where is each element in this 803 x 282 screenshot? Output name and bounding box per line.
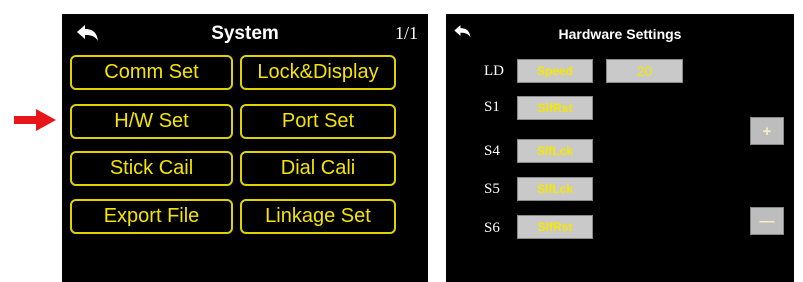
hardware-settings-screen: Hardware Settings LD Speed 20 S1 SlfRst … — [446, 14, 794, 282]
page-title: Hardware Settings — [558, 26, 682, 42]
lock-display-button[interactable]: Lock&Display — [240, 55, 396, 90]
row-label-s1: S1 — [484, 99, 500, 115]
hw-set-button[interactable]: H/W Set — [70, 104, 233, 139]
s4-mode-field[interactable]: SlfLck — [517, 139, 593, 163]
ld-mode-field[interactable]: Speed — [517, 59, 593, 83]
stick-cali-button[interactable]: Stick Cail — [70, 151, 233, 186]
row-label-s4: S4 — [484, 143, 500, 159]
port-set-button[interactable]: Port Set — [240, 104, 396, 139]
row-label-s5: S5 — [484, 181, 500, 197]
linkage-set-button[interactable]: Linkage Set — [240, 199, 396, 234]
ld-value-field[interactable]: 20 — [606, 59, 683, 83]
s1-mode-field[interactable]: SlfRst — [517, 96, 593, 120]
s6-mode-field[interactable]: SlfRst — [517, 215, 593, 239]
pointer-arrow-icon — [14, 109, 56, 131]
comm-set-button[interactable]: Comm Set — [70, 55, 233, 90]
minus-button[interactable]: — — [750, 207, 784, 235]
dial-cali-button[interactable]: Dial Cali — [240, 151, 396, 186]
page-indicator: 1/1 — [394, 23, 418, 43]
row-label-s6: S6 — [484, 220, 500, 236]
row-label-ld: LD — [484, 63, 504, 79]
s5-mode-field[interactable]: SlfLck — [517, 177, 593, 201]
page-title: System — [211, 23, 279, 44]
system-menu-screen: System 1/1 Comm Set Lock&Display H/W Set… — [62, 14, 428, 282]
export-file-button[interactable]: Export File — [70, 199, 233, 234]
plus-button[interactable]: + — [750, 117, 784, 145]
